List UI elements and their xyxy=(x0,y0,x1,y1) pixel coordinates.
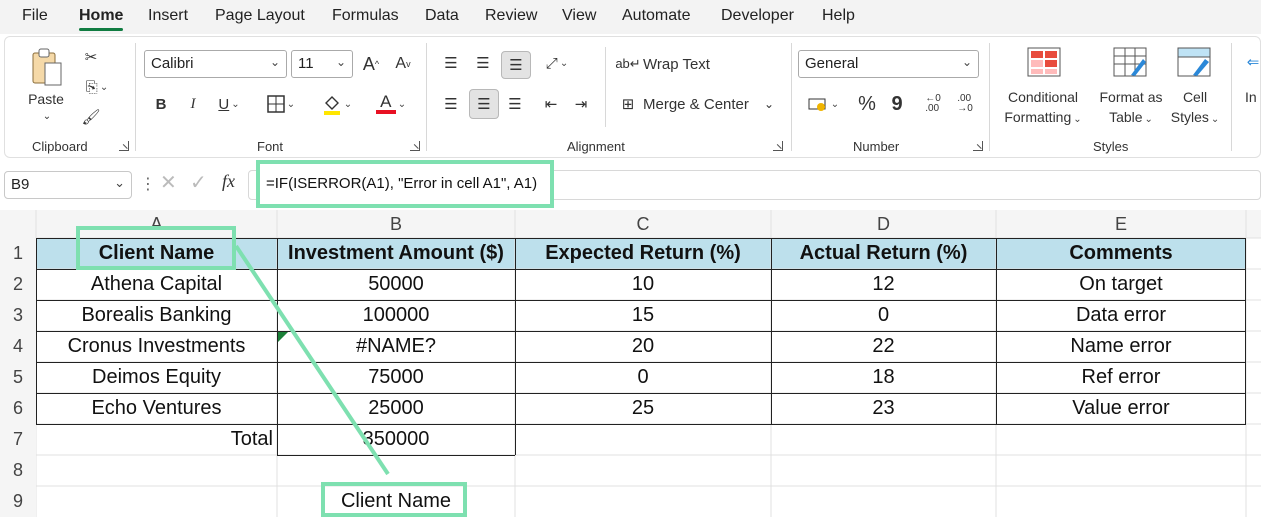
cell-c2[interactable]: 10 xyxy=(515,269,771,300)
cell-c5[interactable]: 0 xyxy=(515,362,771,393)
cell-a3[interactable]: Borealis Banking xyxy=(36,300,277,331)
cell-e5[interactable]: Ref error xyxy=(996,362,1246,393)
cell-d2[interactable]: 12 xyxy=(771,269,996,300)
cell-b4[interactable]: #NAME? xyxy=(277,331,515,362)
row-header-4[interactable]: 4 xyxy=(0,331,36,362)
cell-e1[interactable]: Comments xyxy=(996,238,1246,269)
cell-d5[interactable]: 18 xyxy=(771,362,996,393)
row-header-9[interactable]: 9 xyxy=(0,486,36,517)
highlight-box-a1 xyxy=(76,226,236,270)
cell-d3[interactable]: 0 xyxy=(771,300,996,331)
row-header-3[interactable]: 3 xyxy=(0,300,36,331)
cell-b5[interactable]: 75000 xyxy=(277,362,515,393)
cell-b1[interactable]: Investment Amount ($) xyxy=(277,238,515,269)
cell-a4[interactable]: Cronus Investments xyxy=(36,331,277,362)
cell-b7[interactable]: 350000 xyxy=(277,424,515,455)
cell-c4[interactable]: 20 xyxy=(515,331,771,362)
row-header-1[interactable]: 1 xyxy=(0,238,36,269)
cell-a7[interactable]: Total xyxy=(36,424,277,455)
row-header-8[interactable]: 8 xyxy=(0,455,36,486)
cell-a2[interactable]: Athena Capital xyxy=(36,269,277,300)
cell-a6[interactable]: Echo Ventures xyxy=(36,393,277,424)
cell-d6[interactable]: 23 xyxy=(771,393,996,424)
cell-e6[interactable]: Value error xyxy=(996,393,1246,424)
cell-a5[interactable]: Deimos Equity xyxy=(36,362,277,393)
row-header-2[interactable]: 2 xyxy=(0,269,36,300)
cell-b3[interactable]: 100000 xyxy=(277,300,515,331)
highlight-box-b9 xyxy=(321,482,467,517)
cell-e2[interactable]: On target xyxy=(996,269,1246,300)
cell-e3[interactable]: Data error xyxy=(996,300,1246,331)
cell-d1[interactable]: Actual Return (%) xyxy=(771,238,996,269)
row-header-6[interactable]: 6 xyxy=(0,393,36,424)
row-header-5[interactable]: 5 xyxy=(0,362,36,393)
cell-c6[interactable]: 25 xyxy=(515,393,771,424)
cell-c3[interactable]: 15 xyxy=(515,300,771,331)
row-header-7[interactable]: 7 xyxy=(0,424,36,455)
cell-b6[interactable]: 25000 xyxy=(277,393,515,424)
cell-e4[interactable]: Name error xyxy=(996,331,1246,362)
cell-b2[interactable]: 50000 xyxy=(277,269,515,300)
cell-c1[interactable]: Expected Return (%) xyxy=(515,238,771,269)
cell-d4[interactable]: 22 xyxy=(771,331,996,362)
